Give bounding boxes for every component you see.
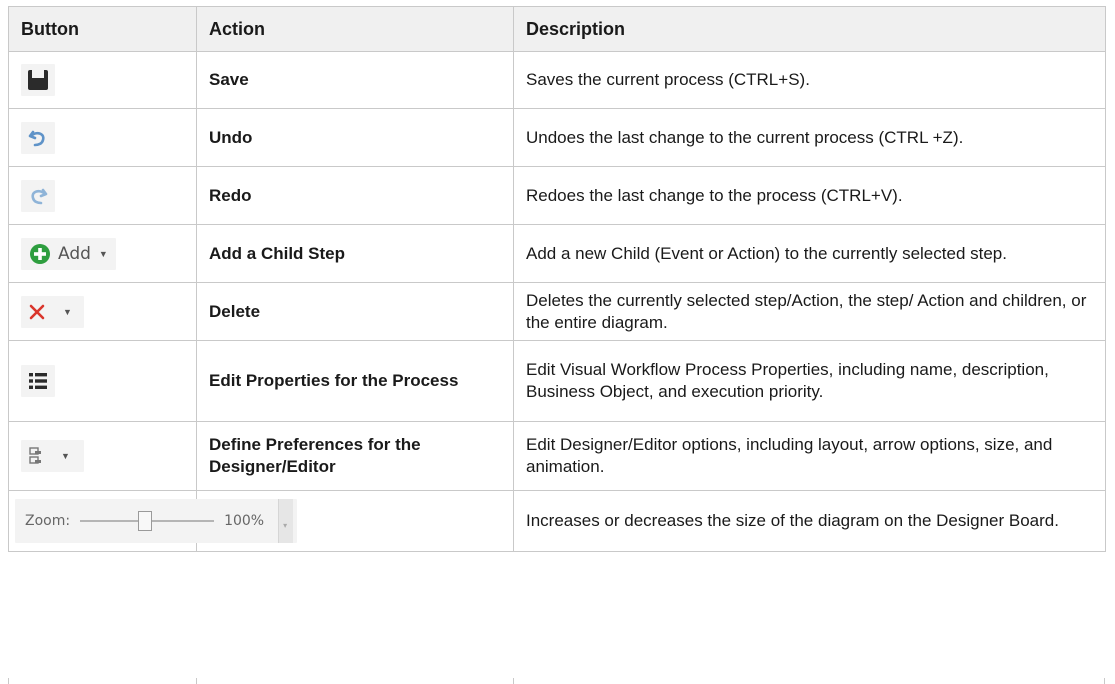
commands-table: Button Action Description Save Saves the… — [8, 6, 1106, 552]
add-plus-icon — [30, 243, 50, 264]
zoom-control[interactable]: Zoom: 100% ▾ — [15, 499, 298, 543]
undo-button[interactable] — [21, 121, 55, 154]
add-button-label: Add — [58, 243, 91, 264]
table-row: Save Saves the current process (CTRL+S). — [9, 52, 1106, 109]
button-cell — [9, 167, 197, 224]
header-action: Action — [197, 7, 514, 51]
header-description: Description — [514, 7, 1106, 51]
redo-button[interactable] — [21, 179, 55, 212]
table-row: ▼ Define Preferences for the Designer/Ed… — [9, 422, 1106, 491]
table-row: Edit Properties for the Process Edit Vis… — [9, 341, 1106, 422]
table-row: Undo Undoes the last change to the curre… — [9, 109, 1106, 167]
action-label: Delete — [197, 283, 514, 340]
header-button: Button — [9, 7, 197, 51]
button-cell: Add ▼ — [9, 225, 197, 282]
description-text: Saves the current process (CTRL+S). — [514, 52, 1106, 108]
zoom-slider[interactable] — [80, 511, 215, 531]
chevron-down-icon: ▼ — [98, 248, 108, 259]
button-cell — [9, 109, 197, 166]
properties-list-icon — [29, 373, 47, 389]
undo-icon — [28, 130, 45, 146]
edit-properties-button[interactable] — [21, 365, 55, 397]
description-text: Edit Designer/Editor options, including … — [514, 422, 1106, 490]
preferences-button[interactable]: ▼ — [21, 440, 84, 472]
table-row: Zoom: 100% ▾ Increases or decreases the … — [9, 491, 1106, 552]
zoom-label: Zoom: — [25, 513, 71, 529]
action-label: Define Preferences for the Designer/Edit… — [197, 422, 514, 490]
table-header-row: Button Action Description — [9, 6, 1106, 52]
button-cell: ▼ — [9, 422, 197, 490]
chevron-down-icon: ▼ — [63, 306, 72, 317]
table-row: Redo Redoes the last change to the proce… — [9, 167, 1106, 225]
description-text: Edit Visual Workflow Process Properties,… — [514, 341, 1106, 421]
button-cell — [9, 341, 197, 421]
table-continuation — [8, 678, 1105, 684]
description-text: Redoes the last change to the process (C… — [514, 167, 1106, 224]
description-text: Undoes the last change to the current pr… — [514, 109, 1106, 166]
button-cell: Zoom: 100% ▾ — [9, 491, 298, 551]
zoom-percentage: 100% — [224, 513, 265, 529]
zoom-slider-thumb[interactable] — [138, 511, 153, 531]
redo-icon — [31, 188, 48, 204]
description-text: Add a new Child (Event or Action) to the… — [514, 225, 1106, 282]
preferences-icon — [29, 447, 41, 464]
description-text: Increases or decreases the size of the d… — [514, 491, 1106, 551]
table-row: ▼ Delete Deletes the currently selected … — [9, 283, 1106, 341]
delete-x-icon — [29, 304, 45, 319]
add-button[interactable]: Add ▼ — [21, 237, 116, 270]
chevron-down-icon: ▼ — [61, 451, 70, 461]
save-icon — [28, 70, 48, 90]
delete-button[interactable]: ▼ — [21, 295, 84, 328]
action-label: Undo — [197, 109, 514, 166]
button-cell — [9, 52, 197, 108]
table-row: Add ▼ Add a Child Step Add a new Child (… — [9, 225, 1106, 283]
scroll-down-icon: ▾ — [283, 521, 288, 530]
action-label: Edit Properties for the Process — [197, 341, 514, 421]
description-text: Deletes the currently selected step/Acti… — [514, 283, 1106, 340]
action-label: Save — [197, 52, 514, 108]
save-button[interactable] — [21, 64, 55, 96]
action-label: Add a Child Step — [197, 225, 514, 282]
button-cell: ▼ — [9, 283, 197, 340]
action-label: Redo — [197, 167, 514, 224]
zoom-scrollbar[interactable]: ▾ — [278, 499, 294, 543]
